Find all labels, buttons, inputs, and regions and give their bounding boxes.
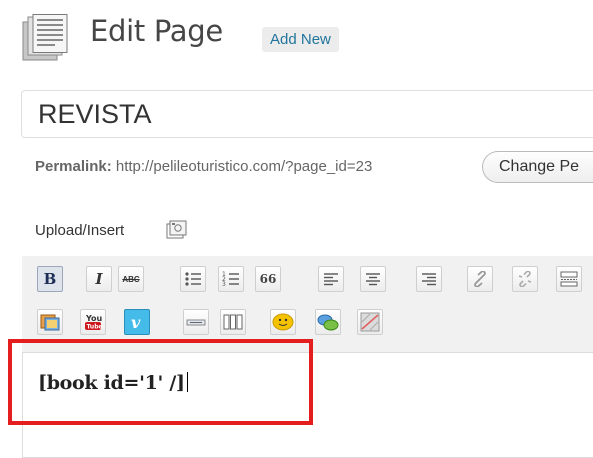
align-right-icon — [422, 273, 436, 286]
highlight-box — [8, 339, 313, 425]
chat-bubbles-icon — [317, 314, 339, 331]
comment-button[interactable] — [315, 309, 341, 335]
title-input[interactable]: REVISTA — [21, 90, 593, 138]
columns-button[interactable] — [220, 309, 246, 335]
permalink-label: Permalink: — [35, 158, 112, 175]
emoticon-button[interactable] — [270, 309, 296, 335]
image-gallery-icon — [40, 314, 60, 331]
strikethrough-label: ABC — [122, 274, 140, 284]
unlink-button[interactable] — [512, 266, 538, 292]
bullet-list-icon — [185, 272, 201, 286]
svg-text:You: You — [85, 314, 103, 323]
italic-button[interactable]: I — [86, 266, 112, 292]
strikethrough-button[interactable]: ABC — [118, 266, 144, 292]
youtube-button[interactable]: You Tube — [80, 309, 106, 335]
emoticon-icon — [272, 313, 294, 331]
bold-label: B — [43, 270, 57, 288]
link-icon — [474, 271, 486, 287]
blockquote-label: 66 — [259, 272, 277, 286]
bold-button[interactable]: B — [37, 266, 63, 292]
bullet-list-button[interactable] — [180, 266, 206, 292]
more-tag-icon — [560, 271, 578, 287]
page-title: Edit Page — [90, 14, 223, 48]
add-new-button[interactable]: Add New — [262, 27, 339, 52]
permalink-url: http://pelileoturistico.com/?page_id=23 — [115, 158, 373, 175]
blockquote-button[interactable]: 66 — [255, 266, 281, 292]
vimeo-icon: v — [131, 313, 141, 331]
insert-more-button[interactable] — [556, 266, 582, 292]
svg-text:3: 3 — [222, 281, 226, 287]
vimeo-button[interactable]: v — [124, 309, 150, 335]
upload-insert-label: Upload/Insert — [35, 222, 125, 239]
link-button[interactable] — [467, 266, 493, 292]
align-left-icon — [324, 273, 338, 286]
numbered-list-button[interactable]: 123 — [218, 266, 244, 292]
numbered-list-icon: 123 — [222, 271, 239, 287]
unlink-icon — [518, 271, 532, 287]
add-media-icon[interactable] — [165, 219, 187, 241]
map-icon — [360, 312, 380, 332]
change-permalink-button[interactable]: Change Pe — [482, 151, 593, 183]
align-left-button[interactable] — [318, 266, 344, 292]
horizontal-rule-button[interactable] — [183, 309, 209, 335]
svg-text:Tube: Tube — [87, 324, 103, 331]
map-button[interactable] — [357, 309, 383, 335]
align-center-button[interactable] — [360, 266, 386, 292]
align-center-icon — [366, 273, 380, 286]
columns-icon — [223, 314, 243, 330]
page-icon — [22, 14, 68, 61]
svg-text:v: v — [131, 313, 141, 331]
italic-label: I — [95, 270, 103, 288]
image-gallery-button[interactable] — [37, 309, 63, 335]
align-right-button[interactable] — [416, 266, 442, 292]
horizontal-rule-icon — [186, 319, 206, 326]
permalink-row: Permalink: http://pelileoturistico.com/?… — [35, 158, 372, 175]
youtube-icon: YouTube — [85, 314, 103, 331]
